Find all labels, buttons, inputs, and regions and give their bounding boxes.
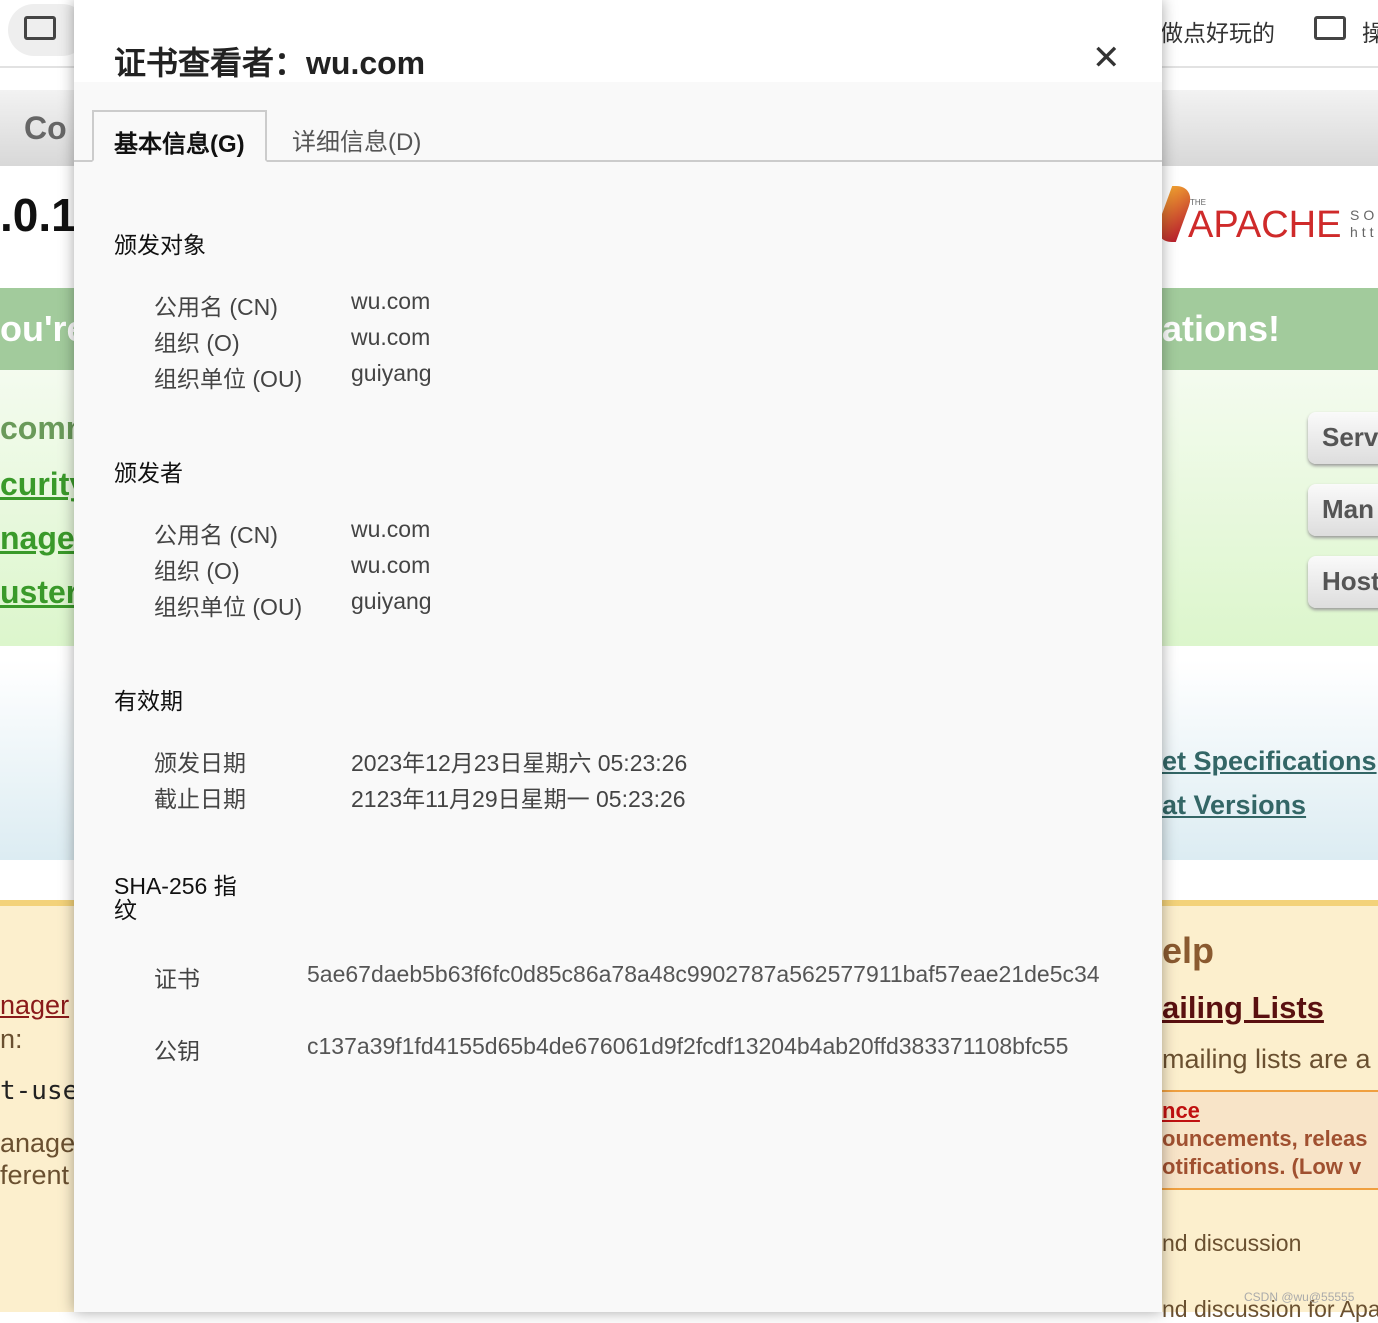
field-value: 2023年12月23日星期六 05:23:26: [351, 750, 688, 776]
field-value: 2123年11月29日星期一 05:23:26: [351, 786, 686, 812]
section-heading-issuer: 颁发者: [114, 460, 183, 486]
field-value: wu.com: [351, 324, 431, 350]
help-text: mailing lists are a: [1162, 1044, 1371, 1074]
dialog-title: 证书查看者：wu.com: [114, 45, 426, 81]
bookmark-label[interactable]: 做点好玩的: [1160, 14, 1275, 48]
field-value: wu.com: [351, 288, 431, 314]
field-label: 公钥: [154, 1038, 200, 1064]
announce-text: otifications. (Low v: [1162, 1154, 1362, 1179]
server-status-button[interactable]: Serv: [1308, 412, 1378, 464]
field-label: 截止日期: [154, 786, 246, 812]
announce-text: ouncements, releas: [1162, 1126, 1368, 1151]
tab-bar: 基本信息(G) 详细信息(D): [74, 110, 1162, 162]
field-label: 证书: [154, 966, 200, 992]
manager-app-button[interactable]: Man: [1308, 484, 1378, 536]
help-text: nd discussion: [1162, 1230, 1302, 1256]
field-label: 组织单位 (OU): [154, 594, 303, 620]
manager-link[interactable]: nage: [0, 520, 75, 557]
manager-link[interactable]: nager: [0, 990, 69, 1021]
versions-link[interactable]: at Versions: [1162, 790, 1306, 821]
section-heading-validity: 有效期: [114, 688, 183, 714]
help-text: n:: [0, 1024, 23, 1054]
tab-general[interactable]: 基本信息(G): [92, 110, 267, 162]
field-label: 组织单位 (OU): [154, 366, 303, 392]
mailing-lists-link[interactable]: ailing Lists: [1162, 990, 1324, 1026]
apache-logo-text: APACHE: [1188, 204, 1342, 246]
host-manager-button[interactable]: Host: [1308, 556, 1378, 608]
help-text: anage: [0, 1128, 76, 1158]
field-value: guiyang: [351, 360, 432, 386]
certificate-viewer-dialog: 证书查看者：wu.com ✕ 基本信息(G) 详细信息(D) 颁发对象 公用名 …: [74, 0, 1162, 1312]
dialog-header: 证书查看者：wu.com ✕: [74, 0, 1162, 82]
apache-logo-sub: SO: [1350, 207, 1378, 223]
folder-icon: [24, 16, 56, 40]
public-key-fingerprint: c137a39f1fd4155d65b4de676061d9f2fcdf1320…: [307, 1033, 1069, 1059]
field-label: 颁发日期: [154, 750, 246, 776]
help-heading: elp: [1162, 930, 1215, 971]
watermark: CSDN @wu@55555: [1244, 1290, 1355, 1304]
close-icon[interactable]: ✕: [1092, 38, 1121, 78]
field-value: guiyang: [351, 588, 432, 614]
apache-logo-sub: htt: [1350, 224, 1378, 240]
nav-text: Co: [24, 110, 67, 146]
field-label: 公用名 (CN): [154, 522, 278, 548]
tab-details[interactable]: 详细信息(D): [272, 110, 441, 162]
certificate-fingerprint: 5ae67daeb5b63f6fc0d85c86a78a48c9902787a5…: [307, 961, 1100, 987]
section-heading-subject: 颁发对象: [114, 232, 206, 258]
section-heading-fingerprint: 纹: [114, 897, 137, 923]
banner-text: ations!: [1162, 308, 1281, 349]
field-value: wu.com: [351, 552, 431, 578]
specifications-link[interactable]: et Specifications: [1162, 746, 1377, 777]
announce-link[interactable]: nce: [1162, 1098, 1200, 1124]
bookmark-label[interactable]: 操: [1362, 14, 1378, 48]
folder-icon: [1314, 16, 1346, 40]
announce-box: nce ouncements, releas otifications. (Lo…: [1162, 1090, 1378, 1190]
version-heading: .0.1: [0, 189, 77, 241]
field-label: 组织 (O): [154, 330, 240, 356]
section-heading-fingerprint: SHA-256 指: [114, 873, 237, 899]
help-text: ferent: [0, 1160, 70, 1190]
field-value: wu.com: [351, 516, 431, 542]
field-label: 公用名 (CN): [154, 294, 278, 320]
field-label: 组织 (O): [154, 558, 240, 584]
